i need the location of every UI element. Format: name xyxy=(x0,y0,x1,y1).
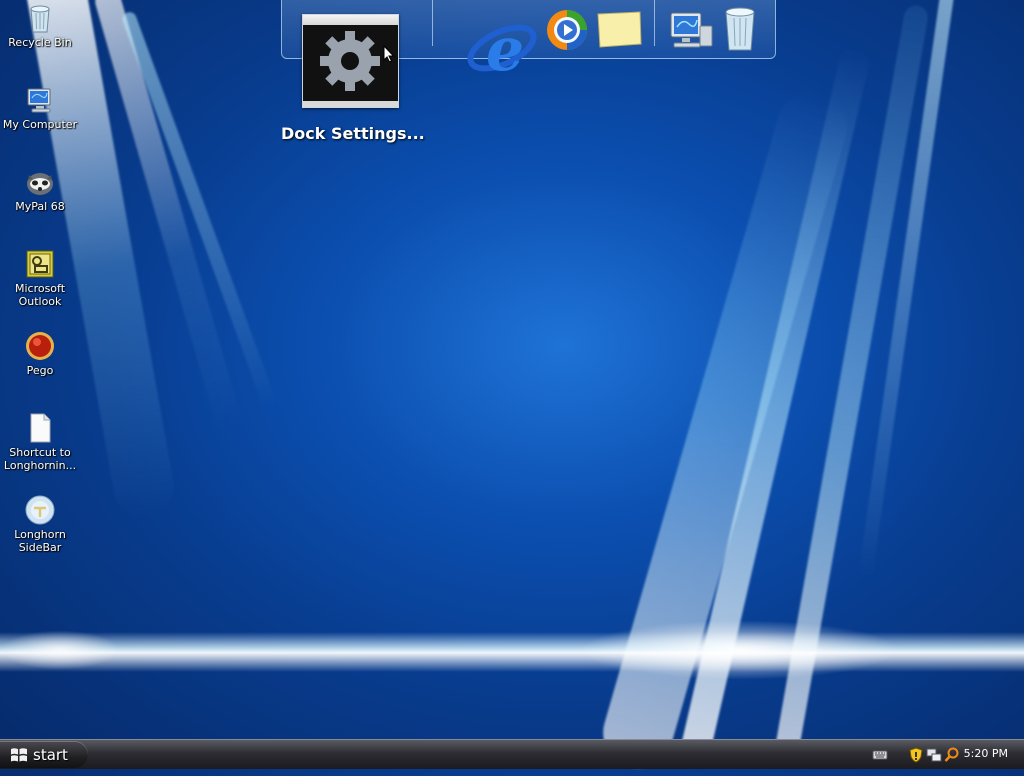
recycle-bin-icon xyxy=(24,2,56,34)
desktop-icon-label: Recycle Bin xyxy=(8,36,72,49)
dock-item-sticky-notes[interactable] xyxy=(595,10,643,50)
mypal-icon xyxy=(24,166,56,198)
shortcut-file-icon xyxy=(24,412,56,444)
desktop-icon-label: Longhorn SideBar xyxy=(14,528,66,554)
desktop-icon-label: Pego xyxy=(26,364,54,377)
desktop-icon-pego[interactable]: Pego xyxy=(2,330,78,377)
desktop-icon-recycle-bin[interactable]: Recycle Bin xyxy=(2,2,78,49)
svg-text:e: e xyxy=(486,15,524,85)
dock-separator xyxy=(432,0,433,46)
start-label: start xyxy=(33,746,68,764)
dock-item-my-computer[interactable] xyxy=(668,10,714,50)
system-tray: 5:20 PM xyxy=(864,741,1024,768)
security-shield-icon[interactable] xyxy=(908,747,924,763)
desktop-icon-outlook[interactable]: Microsoft Outlook xyxy=(2,248,78,308)
my-computer-icon xyxy=(670,12,713,48)
desktop-icon-mypal[interactable]: MyPal 68 xyxy=(2,166,78,213)
thumbnail-statusbar xyxy=(303,101,398,107)
dock-item-media-player[interactable] xyxy=(545,8,589,52)
network-icon[interactable] xyxy=(926,747,942,763)
taskbar: start 5:20 PM xyxy=(0,739,1024,769)
outlook-icon xyxy=(24,248,56,280)
dock-separator xyxy=(654,0,655,46)
keyboard-icon[interactable] xyxy=(872,747,888,763)
desktop-icon-label: MyPal 68 xyxy=(15,200,65,213)
desktop-icon-label: Microsoft Outlook xyxy=(14,282,66,308)
recycle-bin-icon xyxy=(725,7,755,51)
dock-item-internet-explorer[interactable]: e xyxy=(464,8,542,86)
sidebar-icon xyxy=(24,494,56,526)
my-computer-icon xyxy=(24,84,56,116)
sticky-notes-icon xyxy=(597,11,642,48)
search-icon[interactable] xyxy=(944,747,960,763)
start-button[interactable]: start xyxy=(0,741,88,768)
wallpaper xyxy=(0,0,1024,776)
dock-tooltip: Dock Settings... xyxy=(281,124,425,143)
windows-flag-icon xyxy=(11,748,27,762)
desktop-icon-label: My Computer xyxy=(2,118,78,131)
desktop-icon-my-computer[interactable]: My Computer xyxy=(2,84,78,131)
pego-icon xyxy=(24,330,56,362)
thumbnail-titlebar xyxy=(303,15,398,25)
media-player-icon xyxy=(547,10,587,50)
taskbar-clock[interactable]: 5:20 PM xyxy=(964,747,1008,760)
desktop-icon-shortcut[interactable]: Shortcut to Longhornin... xyxy=(2,412,78,472)
mouse-cursor-icon xyxy=(383,45,395,63)
internet-explorer-icon: e xyxy=(467,15,537,85)
dock-item-recycle-bin[interactable] xyxy=(720,4,760,54)
desktop-icon-label: Shortcut to Longhornin... xyxy=(3,446,77,472)
desktop-icon-sidebar[interactable]: Longhorn SideBar xyxy=(2,494,78,554)
